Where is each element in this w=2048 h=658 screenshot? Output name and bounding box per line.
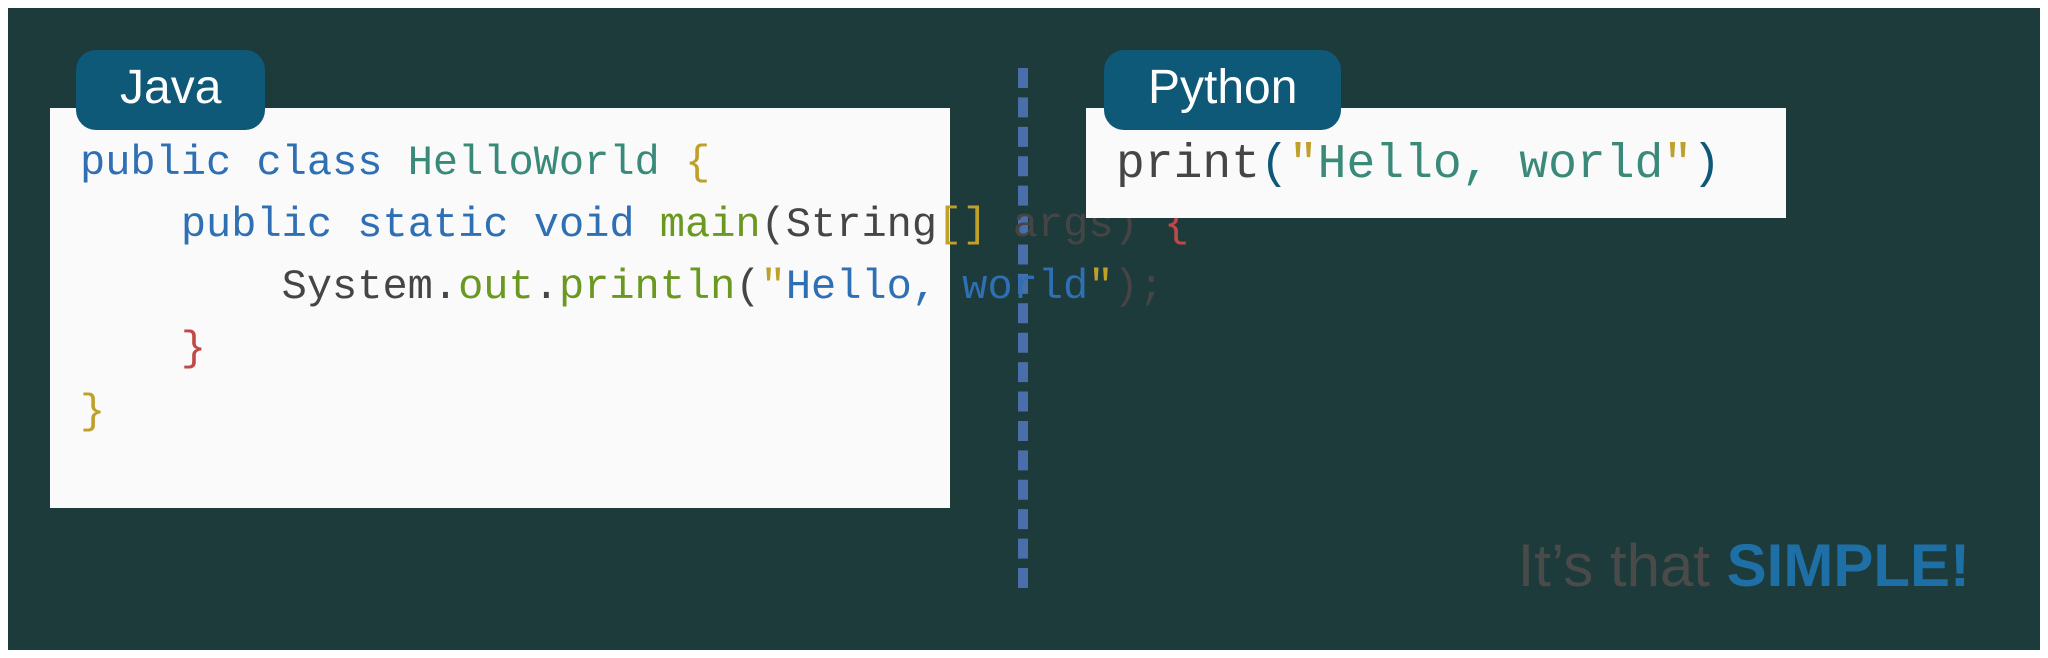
tagline-emphasis: SIMPLE	[1727, 532, 1950, 599]
py-string: Hello, world	[1318, 138, 1664, 192]
java-kw-class: class	[256, 139, 382, 187]
java-classname: HelloWorld	[408, 139, 660, 187]
java-system: System	[282, 263, 433, 311]
py-paren-close: )	[1692, 138, 1721, 192]
java-brace-close1: }	[80, 388, 105, 436]
java-out: out	[458, 263, 534, 311]
py-fn-print: print	[1116, 138, 1260, 192]
vertical-divider	[1018, 68, 1028, 588]
java-brace: {	[685, 139, 710, 187]
java-arg-brackets: []	[937, 201, 987, 249]
tagline-prefix: It’s that	[1518, 532, 1727, 599]
tagline-bang: !	[1950, 532, 1970, 599]
java-brace-close2: }	[181, 325, 206, 373]
tagline: It’s that SIMPLE!	[1518, 531, 1970, 600]
java-kw-public: public	[80, 139, 231, 187]
python-label: Python	[1104, 50, 1341, 130]
java-kw-public2: public	[181, 201, 332, 249]
java-argtype: String	[786, 201, 937, 249]
py-paren-open: (	[1260, 138, 1289, 192]
java-code-block: public class HelloWorld { public static …	[50, 108, 950, 508]
java-string: Hello, world	[786, 263, 1088, 311]
java-kw-void: void	[534, 201, 635, 249]
java-kw-static: static	[357, 201, 508, 249]
java-fn-main: main	[660, 201, 761, 249]
java-println: println	[559, 263, 735, 311]
java-label: Java	[76, 50, 265, 130]
